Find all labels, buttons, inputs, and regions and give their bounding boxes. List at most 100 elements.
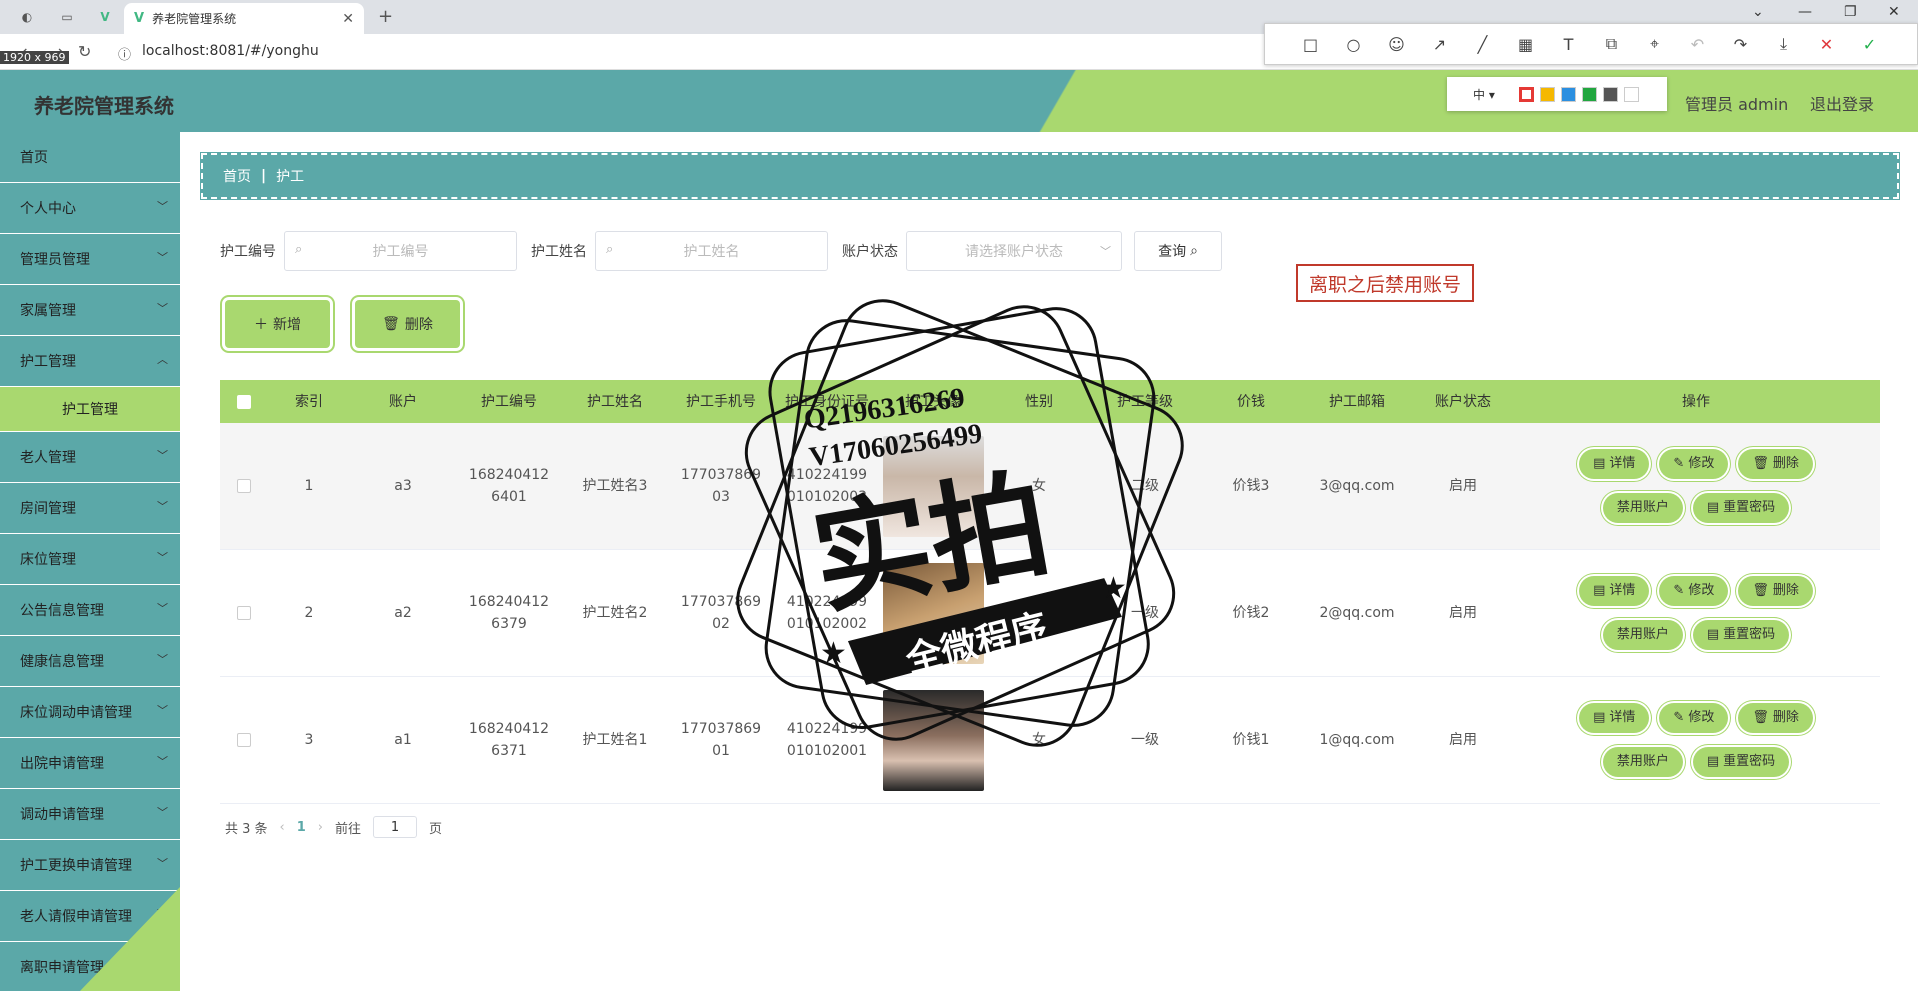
ellipse-icon[interactable]: ○ (1332, 35, 1375, 54)
reset-password-button[interactable]: ▤ 重置密码 (1692, 493, 1790, 523)
mosaic-icon[interactable]: ▦ (1504, 35, 1547, 54)
tab-search-icon[interactable]: ⌄ (1752, 4, 1764, 20)
detail-button[interactable]: ▤ 详情 (1579, 703, 1650, 733)
cell-status: 启用 (1449, 732, 1477, 748)
nurse-no-input[interactable]: ⌕ 护工编号 (284, 231, 517, 271)
sidebar-item-notice[interactable]: 公告信息管理 ﹀ (0, 585, 180, 636)
emoji-icon[interactable]: ☺ (1375, 35, 1418, 54)
col-header: 护工等级 (1117, 393, 1173, 410)
cell-level: 二级 (1131, 478, 1159, 494)
sidebar-item-health[interactable]: 健康信息管理 ﹀ (0, 636, 180, 687)
sidebar-item-profile[interactable]: 个人中心 ﹀ (0, 183, 180, 234)
sidebar-item-bed[interactable]: 床位管理 ﹀ (0, 534, 180, 585)
window-close-icon[interactable]: ✕ (1888, 4, 1900, 20)
page-unit-label: 页 (429, 821, 443, 837)
restore-icon[interactable]: ❐ (1844, 4, 1857, 20)
sidebar-item-transfer[interactable]: 调动申请管理 ﹀ (0, 789, 180, 840)
info-icon[interactable]: ⓘ (118, 44, 131, 63)
color-swatch-white[interactable] (1623, 86, 1639, 102)
add-button[interactable]: ＋新增 (225, 300, 330, 348)
color-swatch-red[interactable] (1518, 86, 1534, 102)
select-all-checkbox[interactable] (237, 394, 251, 409)
sidebar-item-elder[interactable]: 老人管理 ﹀ (0, 432, 180, 483)
goto-label: 前往 (335, 821, 362, 837)
nurse-name-label: 护工姓名 (531, 244, 587, 260)
delete-button[interactable]: 🗑 删除 (1738, 703, 1813, 733)
page-number[interactable]: 1 (297, 820, 306, 835)
rect-icon[interactable]: □ (1289, 35, 1332, 54)
cell-nurse-name: 护工姓名1 (582, 732, 648, 748)
sidebar-item-bed-transfer[interactable]: 床位调动申请管理 ﹀ (0, 687, 180, 738)
download-icon[interactable]: ⤓ (1762, 34, 1805, 54)
sidebar-item-family[interactable]: 家属管理 ﹀ (0, 285, 180, 336)
minimize-icon[interactable]: — (1798, 4, 1812, 20)
edit-button[interactable]: ✎ 修改 (1659, 449, 1729, 479)
col-header: 账户状态 (1435, 393, 1491, 410)
document-icon: ▤ (1593, 710, 1606, 725)
undo-icon[interactable]: ↶ (1676, 35, 1719, 54)
row-checkbox[interactable] (237, 479, 251, 493)
col-header: 护工手机号 (686, 393, 756, 410)
blank-tab-icon[interactable]: ▭ (50, 6, 84, 28)
next-page-icon[interactable]: › (318, 820, 323, 835)
color-swatch-yellow[interactable] (1539, 86, 1555, 102)
github-tab-icon[interactable]: ◐ (10, 6, 44, 28)
color-swatch-blue[interactable] (1560, 86, 1576, 102)
edit-button[interactable]: ✎ 修改 (1659, 576, 1729, 606)
detail-button[interactable]: ▤ 详情 (1579, 576, 1650, 606)
disable-account-button[interactable]: 禁用账户 (1602, 620, 1683, 650)
prev-page-icon[interactable]: ‹ (280, 820, 285, 835)
cell-nurse-name: 护工姓名3 (582, 478, 648, 494)
batch-delete-button[interactable]: 🗑 删除 (355, 300, 460, 348)
row-checkbox[interactable] (237, 733, 251, 747)
cell-id-card: 410224199010102001 (786, 721, 868, 759)
sidebar-item-nurse[interactable]: 护工管理 ︿ (0, 336, 180, 387)
chevron-down-icon: ﹀ (157, 200, 168, 213)
status-select[interactable]: 请选择账户状态 ﹀ (906, 231, 1122, 271)
reset-password-button[interactable]: ▤ 重置密码 (1692, 620, 1790, 650)
cell-email: 3@qq.com (1319, 478, 1395, 494)
breadcrumb-home[interactable]: 首页 (223, 166, 251, 186)
size-select[interactable]: 中 ▾ (1473, 86, 1495, 103)
nurse-table: 索引 账户 护工编号 护工姓名 护工手机号 护工身份证号 护工头像 性别 护工等… (220, 380, 1880, 804)
cell-index: 1 (304, 478, 314, 494)
annotation-textbox[interactable]: 离职之后禁用账号 (1296, 264, 1474, 302)
new-tab-icon[interactable]: + (378, 6, 393, 27)
reset-password-button[interactable]: ▤ 重置密码 (1692, 747, 1790, 777)
sidebar-item-nurse-change[interactable]: 护工更换申请管理 ﹀ (0, 840, 180, 891)
sidebar-item-discharge[interactable]: 出院申请管理 ﹀ (0, 738, 180, 789)
text-icon[interactable]: T (1547, 35, 1590, 54)
trash-icon: 🗑 (382, 316, 400, 332)
query-button[interactable]: 查询 ⌕ (1134, 231, 1222, 271)
share-icon[interactable]: ↷ (1719, 35, 1762, 54)
sidebar-item-home[interactable]: 首页 (0, 132, 180, 183)
copy-icon[interactable]: ⧉ (1590, 34, 1633, 54)
row-checkbox[interactable] (237, 606, 251, 620)
disable-account-button[interactable]: 禁用账户 (1602, 493, 1683, 523)
color-swatch-gray[interactable] (1602, 86, 1618, 102)
detail-button[interactable]: ▤ 详情 (1579, 449, 1650, 479)
vue-tab-icon[interactable]: V (88, 6, 122, 28)
delete-button[interactable]: 🗑 删除 (1738, 576, 1813, 606)
breadcrumb-current: 护工 (276, 169, 305, 185)
disable-account-button[interactable]: 禁用账户 (1602, 747, 1683, 777)
line-icon[interactable]: ╱ (1461, 35, 1504, 54)
cell-price: 价钱3 (1232, 478, 1270, 494)
edit-button[interactable]: ✎ 修改 (1659, 703, 1729, 733)
ocr-icon[interactable]: ⌖ (1633, 34, 1676, 54)
check-icon[interactable]: ✓ (1848, 35, 1891, 54)
reload-icon[interactable]: ↻ (78, 42, 91, 61)
close-icon[interactable]: ✕ (1805, 35, 1848, 54)
sidebar-item-room[interactable]: 房间管理 ﹀ (0, 483, 180, 534)
arrow-icon[interactable]: ↗ (1418, 35, 1461, 54)
close-tab-icon[interactable]: ✕ (342, 11, 354, 27)
color-swatch-green[interactable] (1581, 86, 1597, 102)
browser-tab-active[interactable]: V 养老院管理系统 ✕ (124, 3, 364, 34)
sidebar-subitem-nurse-manage[interactable]: 护工管理 (0, 387, 180, 432)
url-field[interactable]: localhost:8081/#/yonghu (142, 43, 319, 59)
logout-button[interactable]: 退出登录 (1810, 91, 1874, 115)
sidebar-item-admin[interactable]: 管理员管理 ﹀ (0, 234, 180, 285)
nurse-name-input[interactable]: ⌕ 护工姓名 (595, 231, 828, 271)
goto-page-input[interactable]: 1 (373, 816, 418, 838)
delete-button[interactable]: 🗑 删除 (1738, 449, 1813, 479)
